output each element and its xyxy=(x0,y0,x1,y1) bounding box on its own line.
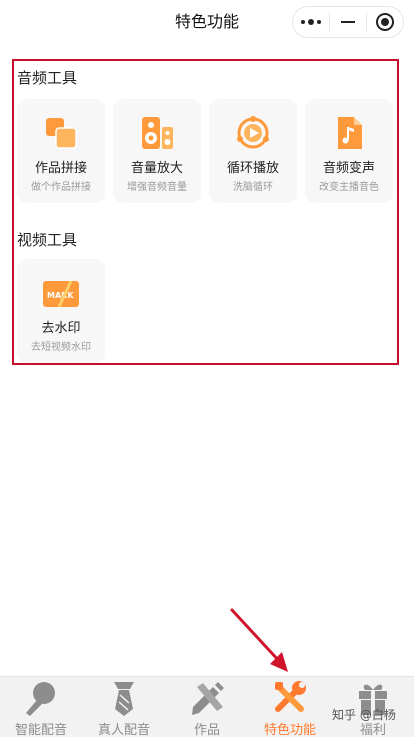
tab-label: 真人配音 xyxy=(97,723,150,737)
target-icon xyxy=(376,13,394,31)
tab-human-dubbing[interactable]: 真人配音 xyxy=(83,677,165,737)
tab-special-features[interactable]: 特色功能 xyxy=(249,677,331,737)
tool-desc: 做个作品拼接 xyxy=(31,182,91,193)
more-button[interactable] xyxy=(293,7,329,37)
music-file-icon xyxy=(338,117,362,149)
tool-card-remove-watermark[interactable]: MARK 去水印 去短视频水印 xyxy=(17,259,105,363)
minimize-button[interactable] xyxy=(330,7,366,37)
tool-desc: 改变主播音色 xyxy=(319,182,379,193)
tool-desc: 增强音频音量 xyxy=(127,182,187,193)
microphone-icon xyxy=(26,682,55,716)
tool-name: 去水印 xyxy=(41,321,81,336)
nav-header: 特色功能 xyxy=(0,0,414,44)
watermark-mark-icon: MARK xyxy=(43,280,79,308)
merge-squares-icon xyxy=(46,118,77,149)
tab-smart-dubbing[interactable]: 智能配音 xyxy=(0,677,82,737)
more-dots-icon xyxy=(301,19,321,25)
necktie-icon xyxy=(114,682,134,716)
watermark-text: 知乎 @白杨 xyxy=(332,708,396,722)
tool-desc: 洗脑循环 xyxy=(233,182,273,193)
tool-name: 音频变声 xyxy=(322,161,375,176)
tab-label: 特色功能 xyxy=(263,723,316,737)
speaker-icon xyxy=(142,117,173,149)
tool-card-volume[interactable]: 音量放大 增强音频音量 xyxy=(113,99,201,203)
section-title-video: 视频工具 xyxy=(17,231,78,249)
close-button[interactable] xyxy=(367,7,403,37)
tab-works[interactable]: 作品 xyxy=(166,677,248,737)
loop-play-icon xyxy=(237,116,269,149)
mini-program-capsule xyxy=(292,6,404,38)
pencil-ruler-icon xyxy=(192,682,224,715)
minus-icon xyxy=(341,21,355,23)
tool-card-voice-change[interactable]: 音频变声 改变主播音色 xyxy=(305,99,393,203)
mark-badge-text: MARK xyxy=(47,291,74,300)
tab-label: 作品 xyxy=(193,723,220,737)
tool-card-loop[interactable]: 循环播放 洗脑循环 xyxy=(209,99,297,203)
tool-card-merge[interactable]: 作品拼接 做个作品拼接 xyxy=(17,99,105,203)
annotation-arrow xyxy=(230,608,288,672)
tool-desc: 去短视频水印 xyxy=(31,342,91,353)
tool-name: 作品拼接 xyxy=(34,161,87,176)
section-title-audio: 音频工具 xyxy=(17,69,78,87)
tab-label: 智能配音 xyxy=(14,723,67,737)
tool-name: 音量放大 xyxy=(130,161,183,176)
tool-name: 循环播放 xyxy=(226,161,279,176)
wrench-screwdriver-icon xyxy=(275,681,306,712)
